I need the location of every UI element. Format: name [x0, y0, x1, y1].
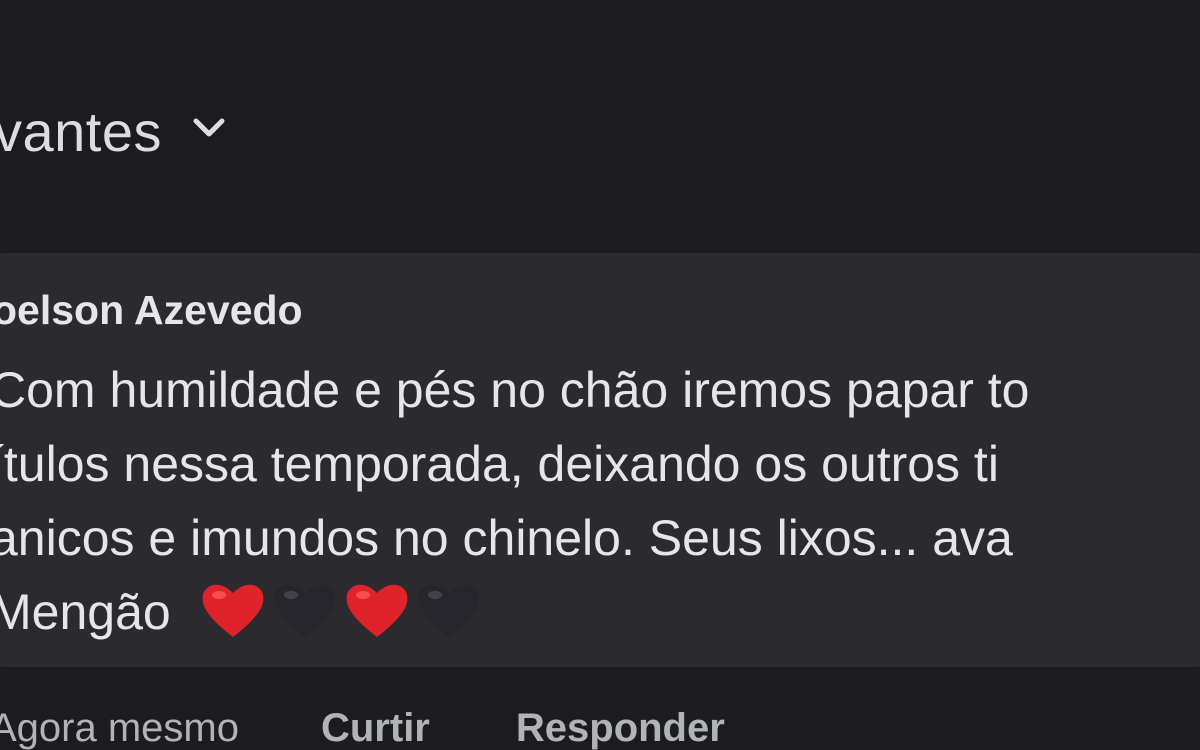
- red-heart-icon: [346, 584, 407, 637]
- comment-last-line-text: Mengão: [0, 584, 171, 640]
- comment-screen: vantes oelson Azevedo Com humildade e pé…: [0, 0, 1200, 750]
- black-heart-icon: [274, 584, 335, 637]
- sort-label: vantes: [0, 99, 162, 163]
- comment-text: Com humildade e pés no chão iremos papar…: [0, 353, 1200, 649]
- reply-button[interactable]: Responder: [516, 706, 725, 750]
- black-heart-icon: [418, 584, 479, 637]
- comment-line: Com humildade e pés no chão iremos papar…: [0, 362, 1030, 418]
- comment-line-last: Mengão: [0, 575, 1200, 649]
- emoji-row: [199, 579, 483, 641]
- like-button[interactable]: Curtir: [321, 706, 430, 750]
- comment-line: anicos e imundos no chinelo. Seus lixos.…: [0, 510, 1013, 566]
- comment-author-name[interactable]: oelson Azevedo: [0, 287, 303, 334]
- comment-sort-dropdown[interactable]: vantes: [0, 96, 228, 166]
- comment-line: ítulos nessa temporada, deixando os outr…: [0, 436, 999, 492]
- comment-timestamp: Agora mesmo: [0, 705, 239, 750]
- chevron-down-icon: [193, 118, 225, 137]
- comment-action-bar: Agora mesmo Curtir Responder: [0, 700, 725, 750]
- red-heart-icon: [202, 584, 263, 637]
